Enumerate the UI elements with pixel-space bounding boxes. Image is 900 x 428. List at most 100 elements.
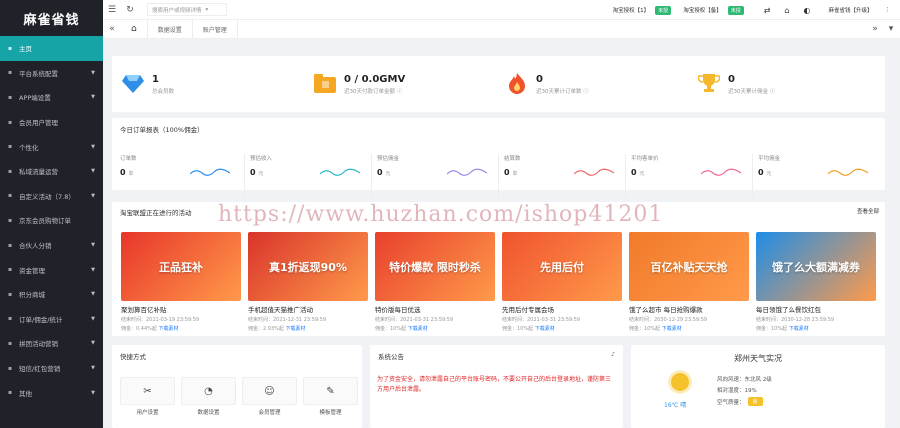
promo-banner-text: 先用后付 — [540, 260, 584, 274]
more-icon[interactable]: ⋮ — [885, 7, 891, 13]
tabs-scroll-left-icon[interactable]: « — [103, 24, 121, 34]
quick-tool-label: 用户设置 — [136, 410, 159, 416]
mall-icon: ▪ — [8, 290, 13, 298]
sidebar-item-label: 自定义活动（7.8） — [19, 192, 75, 201]
sidebar-item[interactable]: ▪ 其他 ▼ — [0, 380, 103, 405]
sidebar-item[interactable]: ▪ 主页 — [0, 36, 103, 61]
sidebar-item[interactable]: ▪ 平台系统配置 ▼ — [0, 61, 103, 86]
quick-tool-button[interactable]: ✎ — [303, 377, 358, 405]
promo-banner[interactable]: 先用后付 — [502, 232, 622, 301]
metric-label: 平均佣金 — [758, 156, 781, 162]
chevron-down-icon: ▼ — [91, 242, 95, 249]
user-icon: ▪ — [8, 118, 13, 126]
sidebar-nav: ▪ 主页 ▪ 平台系统配置 ▼ ▪ APP端设置 ▼ ▪ 会员用户管理 ▪ 个性化 ▼ ▪ 私域流量运营 ▼ ▪… — [0, 36, 103, 405]
promo-card[interactable]: 正品狂补 聚划算百亿补贴 结束时间：2021-03-19 23:59:59 佣金… — [121, 232, 241, 332]
theme-icon[interactable]: ◐ — [804, 6, 811, 15]
download-link[interactable]: 下载素材 — [408, 326, 428, 332]
order-icon: ▪ — [8, 216, 13, 224]
download-link[interactable]: 下载素材 — [285, 326, 305, 332]
chart-icon: ▪ — [8, 315, 13, 323]
diamond-icon — [122, 73, 144, 95]
template-icon: ✎ — [326, 385, 335, 397]
download-link[interactable]: 下载素材 — [535, 326, 555, 332]
tab-home-icon[interactable]: ⌂ — [121, 19, 148, 39]
promo-card[interactable]: 百亿补贴天天抢 饿了么超市 每日抢购爆款 结束时间：2030-12-29 23:… — [629, 232, 749, 332]
metric-unit: 单 — [512, 171, 518, 177]
metric-value: 0 — [250, 168, 256, 177]
refresh-icon[interactable]: ↻ — [121, 5, 139, 15]
download-link[interactable]: 下载素材 — [789, 326, 809, 332]
metric-value: 0 — [758, 168, 764, 177]
traffic-icon: ▪ — [8, 167, 13, 175]
trophy-icon — [697, 73, 721, 95]
promo-rate: 佣金：2.93%起 — [248, 326, 284, 332]
metric-label: 结算数 — [504, 156, 521, 162]
quick-tool-button[interactable]: ◔ — [181, 377, 236, 405]
top-bar: ☰ ↻ 搜索用户或视频详情 ▾ 淘宝授权【1】 未授 淘宝授权【备】 未授 ⇄ … — [103, 0, 900, 20]
stat-item: 0 / 0.0GMV 近30天付款订单金额 ⓘ — [314, 56, 405, 112]
promo-banner[interactable]: 真1折返现90% — [248, 232, 368, 301]
sidebar-item[interactable]: ▪ 合伙人分销 ▼ — [0, 233, 103, 258]
sidebar-item[interactable]: ▪ 私域流量运营 ▼ — [0, 159, 103, 184]
chevron-down-icon: ▼ — [91, 340, 95, 347]
sparkline — [828, 168, 868, 176]
tabs-menu-icon[interactable]: ▾ — [882, 24, 900, 34]
sparkline — [320, 168, 360, 176]
promo-banner[interactable]: 百亿补贴天天抢 — [629, 232, 749, 301]
stat-value: 0 / 0.0GMV — [344, 73, 406, 85]
activity-icon: ▪ — [8, 192, 13, 200]
sidebar-item[interactable]: ▪ APP端设置 ▼ — [0, 85, 103, 110]
taobao-auth-1[interactable]: 淘宝授权【1】 — [613, 6, 650, 14]
sidebar-item[interactable]: ▪ 拼团活动营销 ▼ — [0, 331, 103, 356]
sync-icon[interactable]: ⇄ — [764, 6, 771, 15]
tools-icon: ✂ — [143, 385, 152, 397]
tab-data-settings[interactable]: 数据设置 — [148, 19, 193, 39]
sidebar-item-label: 拼团活动营销 — [19, 340, 58, 349]
tab-bar: « ⌂ 数据设置 账户管理 » ▾ — [103, 19, 900, 39]
promo-title: 特价版每日优选 — [375, 306, 421, 314]
promo-title: 先用后付专属会场 — [502, 306, 554, 314]
sparkline — [190, 168, 230, 176]
sidebar-item[interactable]: ▪ 订单/佣金/统计 ▼ — [0, 307, 103, 332]
chevron-down-icon: ▼ — [91, 94, 95, 101]
chevron-down-icon: ▼ — [91, 266, 95, 273]
promo-rate: 佣金：10%起 — [375, 326, 407, 332]
sidebar-item[interactable]: ▪ 京东会员购物订单 — [0, 208, 103, 233]
quick-tools-title: 快捷方式 — [120, 353, 146, 361]
money-icon: ▪ — [8, 266, 13, 274]
folder-icon — [314, 73, 336, 95]
quick-tool-button[interactable]: ☺ — [242, 377, 297, 405]
notice-card: 系统公告 ♪ 为了资金安全，请勿泄露自己的平台账号密码，不要公开自己的后台登录地… — [370, 345, 623, 428]
chevron-down-icon: ▼ — [91, 69, 95, 76]
sidebar-item[interactable]: ▪ 短信/红包营销 ▼ — [0, 356, 103, 381]
quick-tool-button[interactable]: ✂ — [120, 377, 175, 405]
stat-item: 0 近30天累计佣金 ⓘ — [697, 56, 775, 112]
promo-card[interactable]: 饿了么大额满减券 每日领饿了么餐饮红包 结束时间：2030-12-28 23:5… — [756, 232, 876, 332]
promo-banner[interactable]: 正品狂补 — [121, 232, 241, 301]
shop-search-select[interactable]: 搜索用户或视频详情 ▾ — [147, 3, 227, 16]
user-menu[interactable]: 麻雀省钱【升级】 — [828, 6, 872, 14]
today-metric: 预估收入 0 元 — [250, 154, 370, 184]
taobao-auth-2[interactable]: 淘宝授权【备】 — [683, 6, 722, 14]
gauge-icon: ◔ — [204, 385, 213, 397]
sidebar-item[interactable]: ▪ 会员用户管理 — [0, 110, 103, 135]
stat-item: 0 近30天累计订单数 ⓘ — [506, 56, 589, 112]
sidebar-item[interactable]: ▪ 积分商城 ▼ — [0, 282, 103, 307]
menu-toggle-icon[interactable]: ☰ — [103, 5, 121, 15]
sidebar-item[interactable]: ▪ 自定义活动（7.8） ▼ — [0, 184, 103, 209]
flame-icon — [506, 72, 528, 96]
sidebar-item[interactable]: ▪ 资金管理 ▼ — [0, 257, 103, 282]
download-link[interactable]: 下载素材 — [662, 326, 682, 332]
tab-account[interactable]: 账户管理 — [193, 19, 238, 39]
promo-card[interactable]: 真1折返现90% 手机超值天猫推广活动 结束时间：2021-12-31 23:5… — [248, 232, 368, 332]
promo-banner[interactable]: 饿了么大额满减券 — [756, 232, 876, 301]
tag-icon[interactable]: ⌂ — [784, 6, 789, 15]
chevron-down-icon: ▼ — [91, 291, 95, 298]
metric-value: 0 — [120, 168, 126, 177]
promo-banner[interactable]: 特价爆款 限时秒杀 — [375, 232, 495, 301]
promo-card[interactable]: 特价爆款 限时秒杀 特价版每日优选 结束时间：2021-03-31 23:59:… — [375, 232, 495, 332]
view-all-link[interactable]: 查看全部 — [857, 207, 879, 215]
promo-card[interactable]: 先用后付 先用后付专属会场 结束时间：2021-03-31 23:59:59 佣… — [502, 232, 622, 332]
sidebar-item[interactable]: ▪ 个性化 ▼ — [0, 134, 103, 159]
download-link[interactable]: 下载素材 — [158, 326, 178, 332]
